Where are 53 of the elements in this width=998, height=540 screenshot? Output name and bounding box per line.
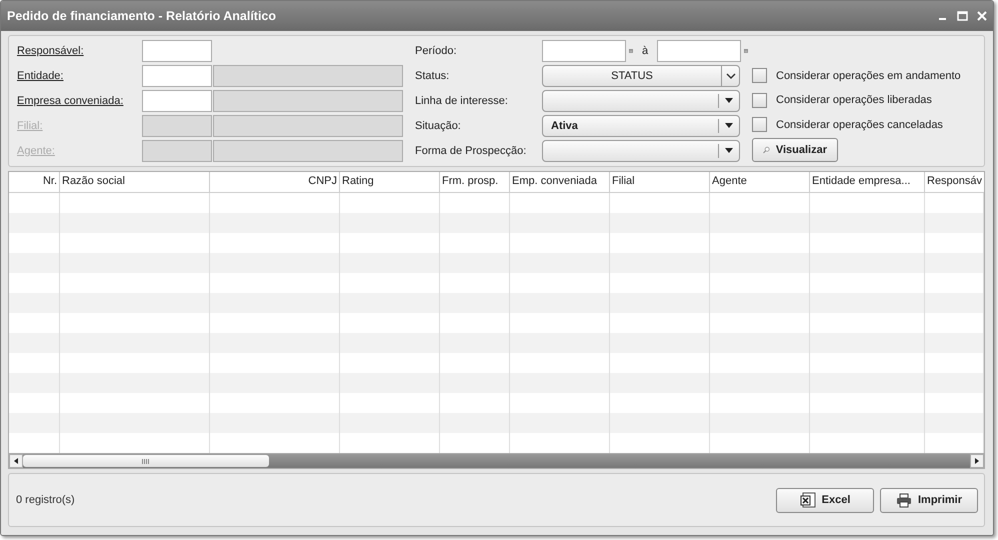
input-field[interactable] (142, 90, 212, 112)
status-dropdown[interactable]: STATUS (542, 65, 740, 88)
checkbox[interactable] (752, 68, 767, 84)
close-icon[interactable] (977, 11, 987, 21)
maximize-icon[interactable] (957, 11, 968, 21)
column-header[interactable]: Emp. conveniada (510, 172, 610, 192)
dropdown[interactable] (542, 140, 740, 162)
column-header[interactable]: Nr. (9, 172, 60, 192)
checkbox-label: Considerar operações em andamento (776, 70, 961, 82)
scroll-left-icon[interactable] (14, 458, 18, 464)
dropdown[interactable]: Ativa (542, 114, 740, 137)
field-label: Situação: (415, 120, 462, 132)
dropdown[interactable] (542, 90, 740, 112)
date-field[interactable] (657, 40, 742, 62)
field-label: Forma de Prospecção: (415, 144, 528, 157)
input-field[interactable] (142, 40, 212, 62)
caret-icon (725, 98, 733, 104)
horizontal-scrollbar[interactable] (9, 453, 984, 468)
caret-icon (725, 123, 733, 128)
field-label: Agente: (17, 144, 56, 157)
checkbox-label: Considerar operações liberadas (776, 94, 932, 106)
column-header[interactable]: Agente (710, 172, 810, 192)
field-label: Entidade: (17, 70, 64, 82)
field-label: Período: (415, 45, 458, 58)
column-header[interactable]: Entidade empresa... (810, 172, 925, 192)
field-label: Linha de interesse: (415, 94, 509, 107)
column-header[interactable]: CNPJ (210, 172, 340, 192)
checkbox-label: Considerar operações canceladas (776, 118, 943, 131)
field-label: Filial: (17, 120, 44, 132)
chevron-icon (726, 73, 736, 80)
checkbox[interactable] (752, 117, 767, 132)
window-title: Pedido de financiamento - Relatório Analítico (7, 9, 276, 23)
field-label: Status: (415, 70, 450, 82)
column-header[interactable]: Responsáv (925, 172, 984, 192)
column-header[interactable]: Rating (340, 172, 440, 192)
range-separator: à (642, 45, 648, 58)
view-button[interactable]: Visualizar (752, 138, 838, 162)
printer-icon (896, 492, 912, 508)
column-header[interactable]: Frm. prosp. (440, 172, 510, 192)
field-label: Empresa conveniada: (17, 94, 124, 107)
checkbox[interactable] (752, 92, 767, 108)
record-count: 0 registro(s) (16, 494, 75, 506)
scroll-thumb[interactable] (23, 455, 269, 467)
column-header[interactable]: Razão social (60, 172, 210, 192)
scroll-right-icon[interactable] (975, 458, 979, 464)
date-field[interactable] (542, 40, 626, 62)
spreadsheet-icon (800, 492, 816, 508)
excel-button[interactable]: Excel (776, 488, 874, 512)
print-button[interactable]: Imprimir (880, 488, 978, 512)
field-label: Responsável: (17, 45, 85, 58)
caret-icon (725, 148, 733, 154)
input-field[interactable] (142, 65, 212, 88)
column-header[interactable]: Filial (610, 172, 710, 192)
